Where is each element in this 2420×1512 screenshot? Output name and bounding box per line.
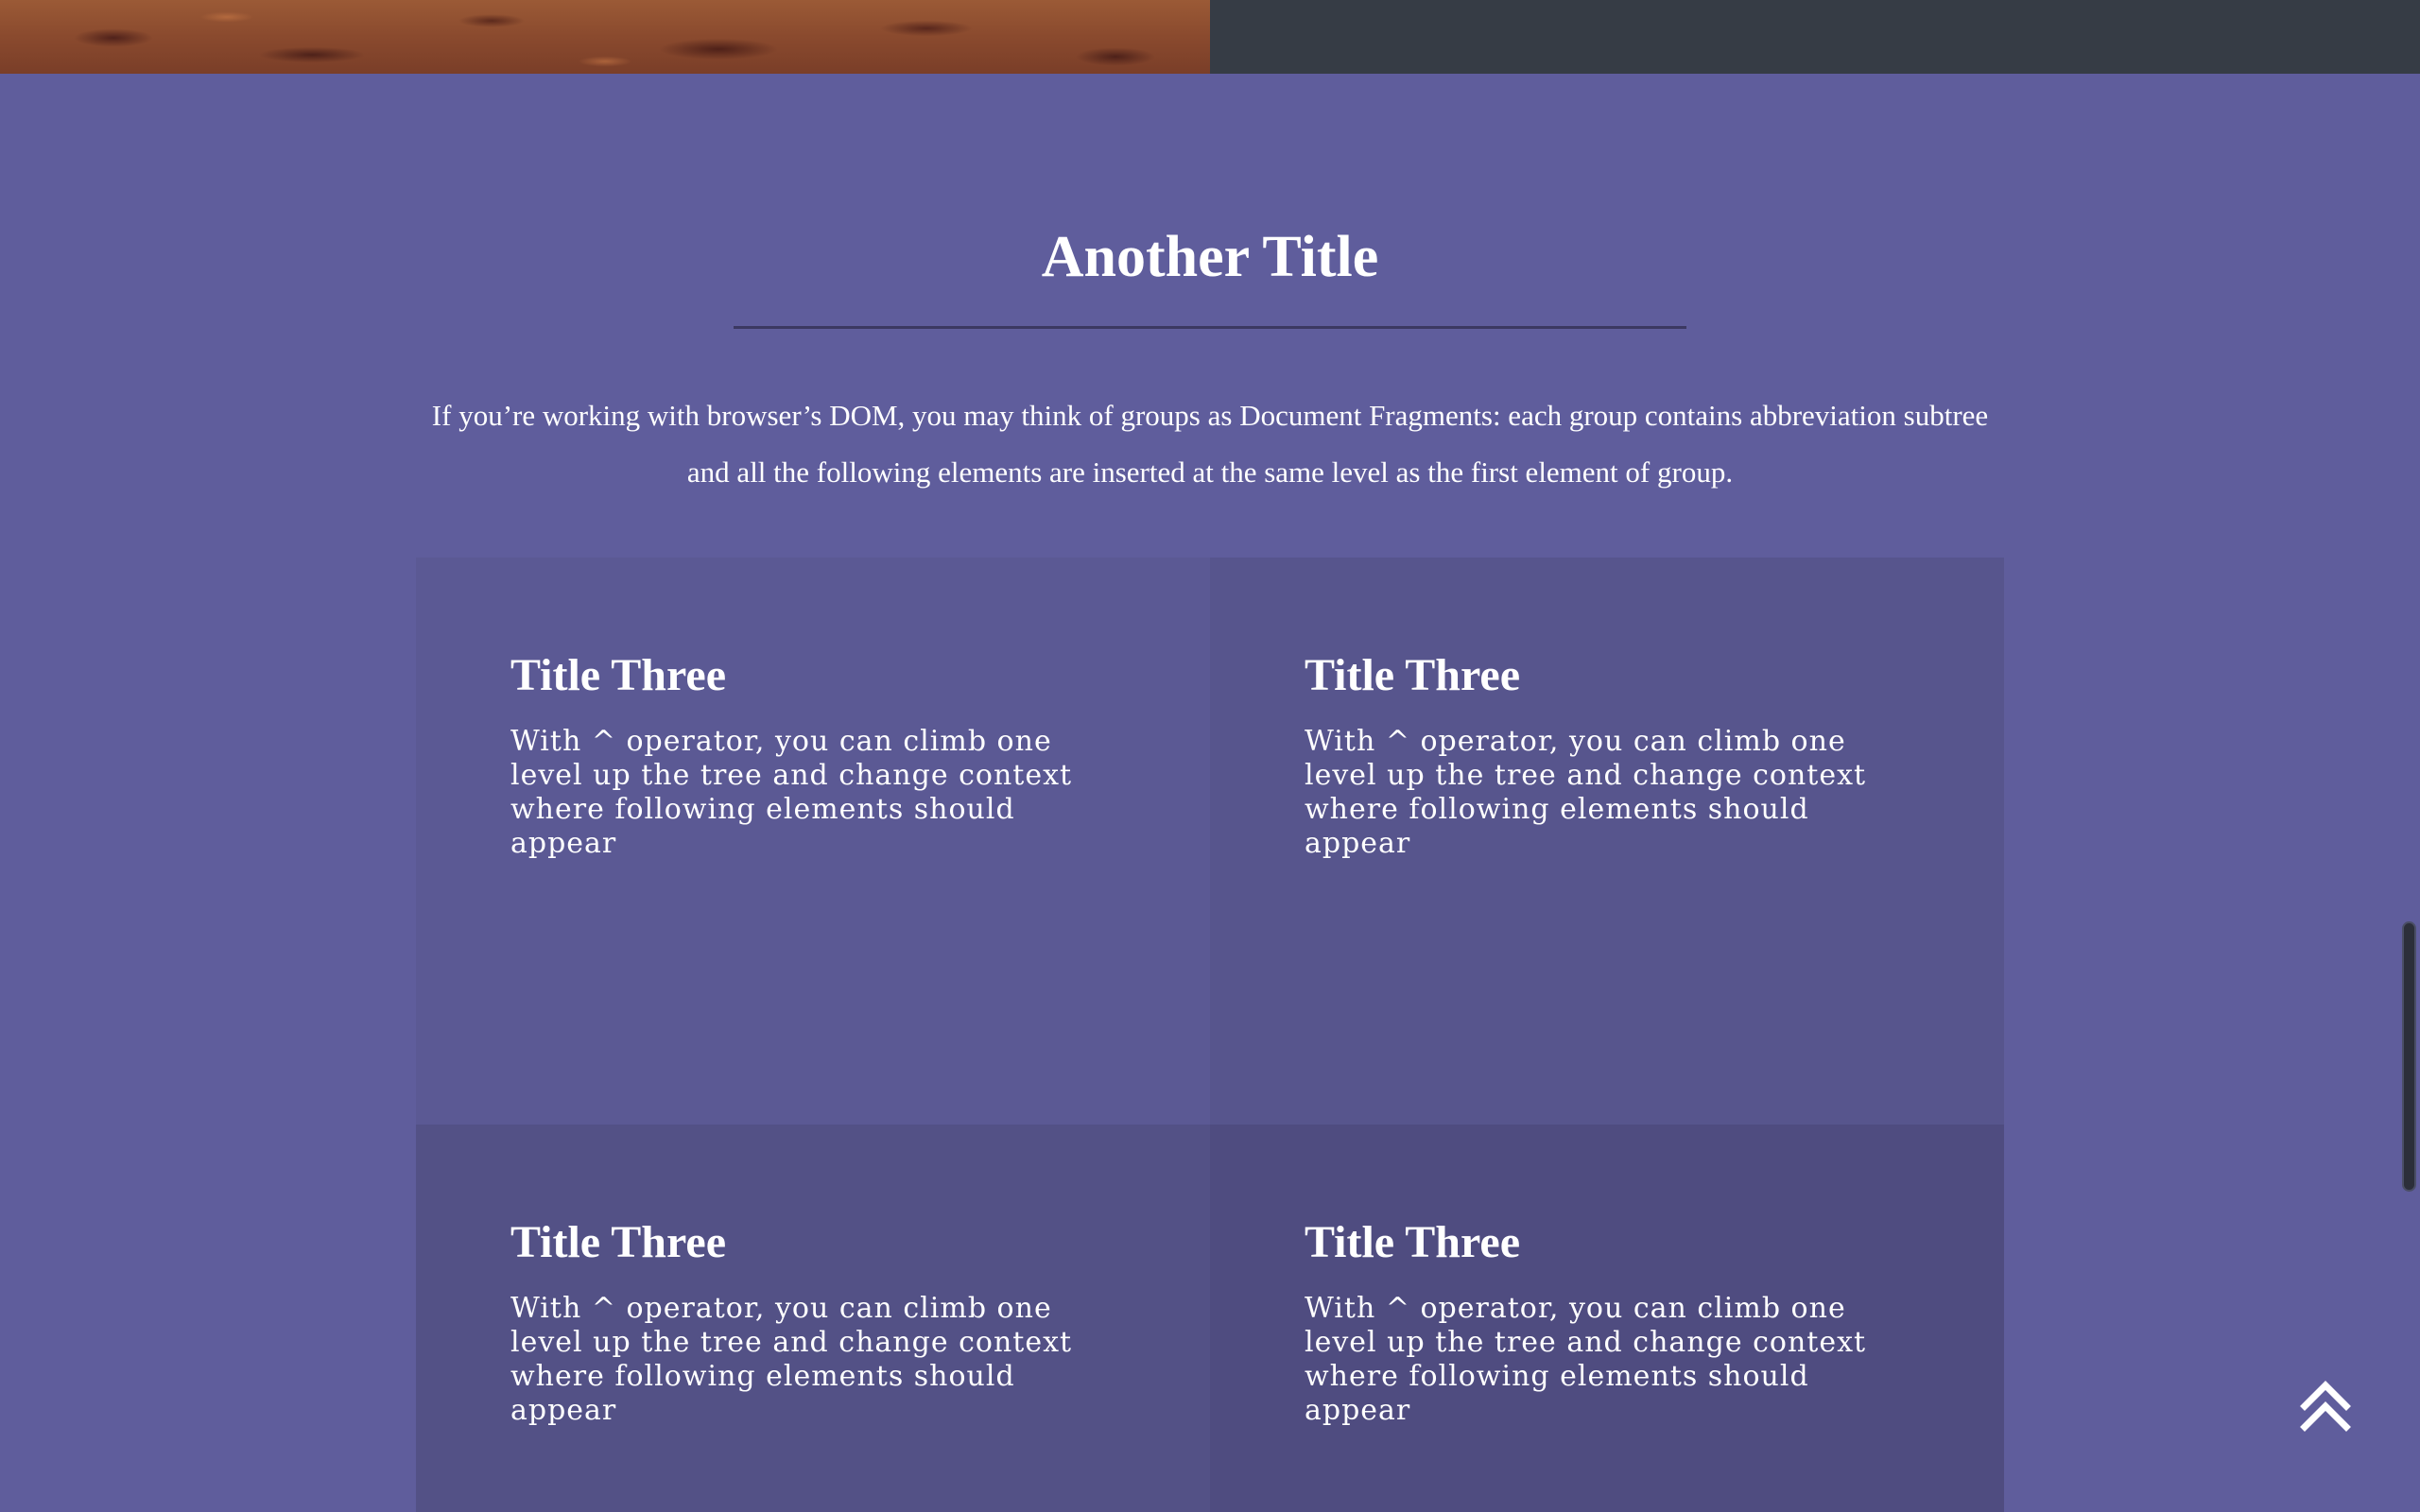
scrollbar-thumb[interactable] <box>2402 921 2416 1192</box>
feature-card: Title Three With ^ operator, you can cli… <box>416 558 1210 1125</box>
section-intro: If you’re working with browser’s DOM, yo… <box>431 399 1989 489</box>
feature-card-text: With ^ operator, you can climb one level… <box>1305 725 1867 860</box>
top-strip <box>0 0 2420 74</box>
feature-grid: Title Three With ^ operator, you can cli… <box>416 558 2004 1512</box>
hero-image-fragment <box>0 0 1210 74</box>
section-title: Another Title <box>1041 225 1379 289</box>
feature-card-title: Title Three <box>1305 1217 1520 1267</box>
title-divider <box>734 326 1686 329</box>
back-to-top-button[interactable] <box>2297 1378 2354 1435</box>
feature-card: Title Three With ^ operator, you can cli… <box>1210 1125 2004 1512</box>
feature-card: Title Three With ^ operator, you can cli… <box>416 1125 1210 1512</box>
feature-card-text: With ^ operator, you can climb one level… <box>510 725 1073 860</box>
double-chevron-up-icon <box>2300 1381 2351 1432</box>
hero-dark-panel <box>1210 0 2420 74</box>
feature-card: Title Three With ^ operator, you can cli… <box>1210 558 2004 1125</box>
feature-card-text: With ^ operator, you can climb one level… <box>510 1292 1073 1427</box>
feature-card-title: Title Three <box>510 650 726 700</box>
feature-card-text: With ^ operator, you can climb one level… <box>1305 1292 1867 1427</box>
feature-card-title: Title Three <box>510 1217 726 1267</box>
feature-card-title: Title Three <box>1305 650 1520 700</box>
